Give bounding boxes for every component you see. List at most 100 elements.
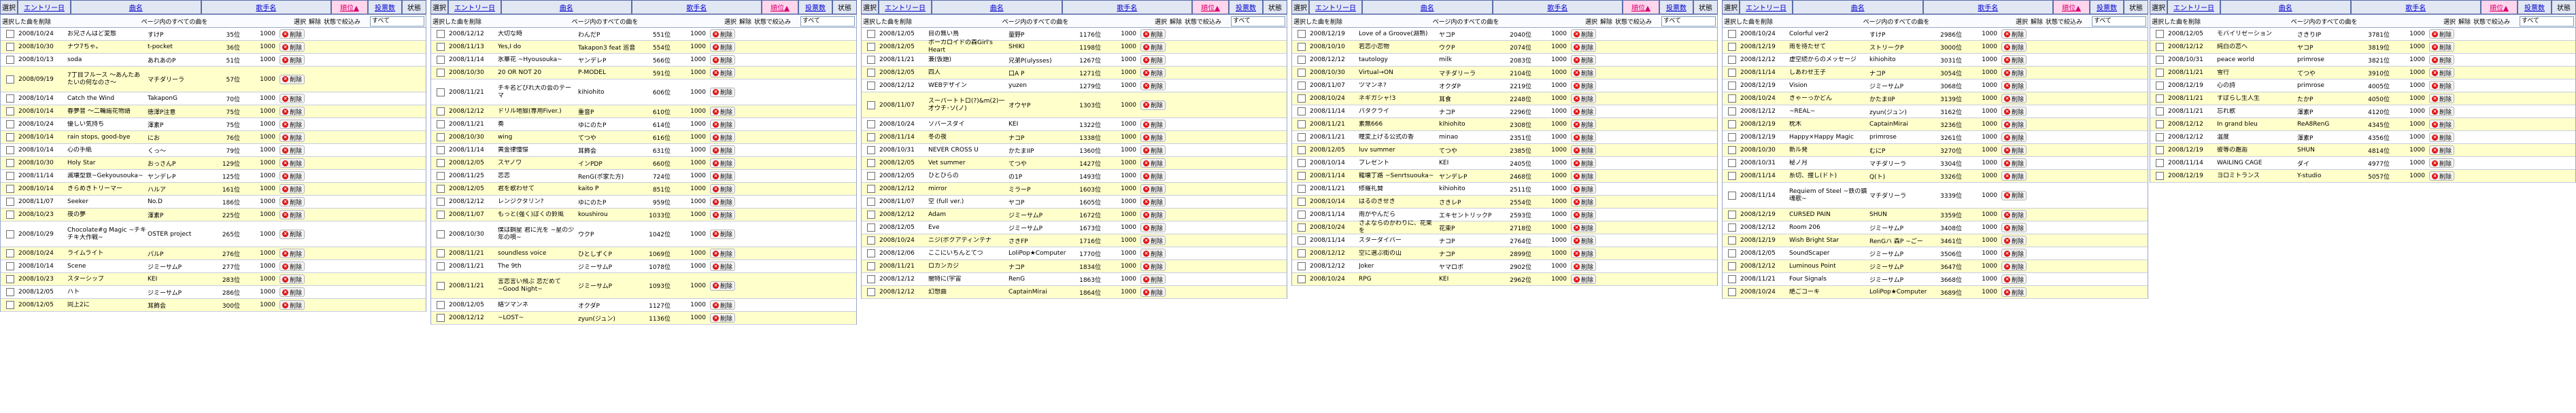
row-checkbox[interactable] xyxy=(437,211,445,219)
row-checkbox[interactable] xyxy=(6,75,14,84)
delete-button[interactable]: × 削除 xyxy=(710,171,736,181)
delete-button[interactable]: × 削除 xyxy=(710,107,736,116)
delete-button[interactable]: × 削除 xyxy=(1571,68,1597,77)
row-checkbox[interactable] xyxy=(437,146,445,154)
row-checkbox[interactable] xyxy=(867,236,875,245)
delete-button[interactable]: × 削除 xyxy=(710,281,736,291)
header-votes-link[interactable]: 投票数 xyxy=(2518,0,2552,14)
delete-button[interactable]: × 削除 xyxy=(2001,120,2027,129)
row-checkbox[interactable] xyxy=(1298,69,1306,77)
delete-button[interactable]: × 削除 xyxy=(2001,249,2027,258)
header-order-link[interactable]: 順位▲ xyxy=(1192,0,1229,14)
delete-button[interactable]: × 削除 xyxy=(279,107,305,116)
status-filter-select[interactable]: すべて xyxy=(1231,16,1285,26)
row-checkbox[interactable] xyxy=(6,107,14,115)
row-checkbox[interactable] xyxy=(1298,211,1306,219)
unselect-all-link[interactable]: 解除 xyxy=(739,17,754,26)
row-checkbox[interactable] xyxy=(2156,120,2164,128)
delete-button[interactable]: × 削除 xyxy=(279,210,305,219)
delete-button[interactable]: × 削除 xyxy=(279,287,305,297)
header-entry-date-link[interactable]: エントリー日 xyxy=(1740,0,1793,14)
row-checkbox[interactable] xyxy=(1728,30,1736,38)
delete-button[interactable]: × 削除 xyxy=(279,229,305,239)
delete-button[interactable]: × 削除 xyxy=(2429,81,2455,90)
row-checkbox[interactable] xyxy=(867,288,875,296)
delete-button[interactable]: × 削除 xyxy=(1140,55,1166,65)
delete-button[interactable]: × 削除 xyxy=(710,132,736,142)
row-checkbox[interactable] xyxy=(6,133,14,141)
row-checkbox[interactable] xyxy=(2156,56,2164,64)
delete-selected-link[interactable]: 削除 xyxy=(900,17,916,26)
select-all-link[interactable]: 選択 xyxy=(1155,17,1170,26)
header-entry-date-link[interactable]: エントリー日 xyxy=(1309,0,1362,14)
row-checkbox[interactable] xyxy=(437,88,445,96)
unselect-all-link[interactable]: 解除 xyxy=(2458,17,2473,26)
delete-button[interactable]: × 削除 xyxy=(2001,55,2027,65)
header-song-link[interactable]: 曲名 xyxy=(1362,0,1493,14)
row-checkbox[interactable] xyxy=(867,43,875,51)
delete-button[interactable]: × 削除 xyxy=(2001,145,2027,155)
header-order-link[interactable]: 順位▲ xyxy=(2481,0,2518,14)
row-checkbox[interactable] xyxy=(1728,82,1736,90)
delete-button[interactable]: × 削除 xyxy=(710,300,736,310)
delete-button[interactable]: × 削除 xyxy=(1140,42,1166,52)
delete-button[interactable]: × 削除 xyxy=(2001,171,2027,181)
delete-button[interactable]: × 削除 xyxy=(279,55,305,65)
row-checkbox[interactable] xyxy=(1728,275,1736,283)
delete-button[interactable]: × 削除 xyxy=(2001,274,2027,284)
row-checkbox[interactable] xyxy=(6,94,14,103)
delete-button[interactable]: × 削除 xyxy=(2429,107,2455,116)
delete-button[interactable]: × 削除 xyxy=(1571,184,1597,194)
row-checkbox[interactable] xyxy=(867,69,875,77)
row-checkbox[interactable] xyxy=(6,211,14,219)
delete-button[interactable]: × 削除 xyxy=(710,42,736,52)
delete-selected-link[interactable]: 削除 xyxy=(39,17,55,26)
header-entry-date-link[interactable]: エントリー日 xyxy=(2167,0,2220,14)
row-checkbox[interactable] xyxy=(1728,43,1736,51)
row-checkbox[interactable] xyxy=(867,56,875,64)
row-checkbox[interactable] xyxy=(6,30,14,38)
row-checkbox[interactable] xyxy=(6,159,14,167)
row-checkbox[interactable] xyxy=(867,198,875,206)
header-song-link[interactable]: 曲名 xyxy=(932,0,1062,14)
delete-button[interactable]: × 削除 xyxy=(2001,223,2027,232)
row-checkbox[interactable] xyxy=(6,249,14,257)
row-checkbox[interactable] xyxy=(1728,56,1736,64)
row-checkbox[interactable] xyxy=(1298,236,1306,245)
header-artist-link[interactable]: 歌手名 xyxy=(201,0,331,14)
delete-button[interactable]: × 削除 xyxy=(279,94,305,103)
row-checkbox[interactable] xyxy=(6,146,14,154)
header-entry-date-link[interactable]: エントリー日 xyxy=(448,0,501,14)
status-filter-select[interactable]: すべて xyxy=(1661,16,1716,26)
row-checkbox[interactable] xyxy=(437,314,445,322)
delete-button[interactable]: × 削除 xyxy=(710,145,736,155)
delete-button[interactable]: × 削除 xyxy=(1571,132,1597,142)
delete-button[interactable]: × 削除 xyxy=(1140,274,1166,284)
delete-button[interactable]: × 削除 xyxy=(1140,171,1166,181)
row-checkbox[interactable] xyxy=(1728,172,1736,180)
delete-button[interactable]: × 削除 xyxy=(1571,236,1597,245)
delete-button[interactable]: × 削除 xyxy=(710,158,736,168)
row-checkbox[interactable] xyxy=(6,172,14,180)
delete-button[interactable]: × 削除 xyxy=(2429,132,2455,142)
delete-button[interactable]: × 削除 xyxy=(279,249,305,258)
delete-button[interactable]: × 削除 xyxy=(1571,120,1597,129)
row-checkbox[interactable] xyxy=(1298,275,1306,283)
row-checkbox[interactable] xyxy=(437,301,445,309)
delete-button[interactable]: × 削除 xyxy=(2001,107,2027,116)
row-checkbox[interactable] xyxy=(6,230,14,238)
header-order-link[interactable]: 順位▲ xyxy=(1623,0,1659,14)
row-checkbox[interactable] xyxy=(1728,262,1736,270)
delete-button[interactable]: × 削除 xyxy=(2001,94,2027,103)
delete-button[interactable]: × 削除 xyxy=(2001,132,2027,142)
delete-button[interactable]: × 削除 xyxy=(1140,29,1166,39)
row-checkbox[interactable] xyxy=(1728,146,1736,154)
delete-button[interactable]: × 削除 xyxy=(1140,120,1166,129)
row-checkbox[interactable] xyxy=(437,230,445,238)
delete-button[interactable]: × 削除 xyxy=(279,42,305,52)
delete-button[interactable]: × 削除 xyxy=(279,145,305,155)
delete-selected-link[interactable]: 削除 xyxy=(469,17,486,26)
row-checkbox[interactable] xyxy=(1298,198,1306,206)
delete-button[interactable]: × 削除 xyxy=(1140,158,1166,168)
row-checkbox[interactable] xyxy=(867,275,875,283)
